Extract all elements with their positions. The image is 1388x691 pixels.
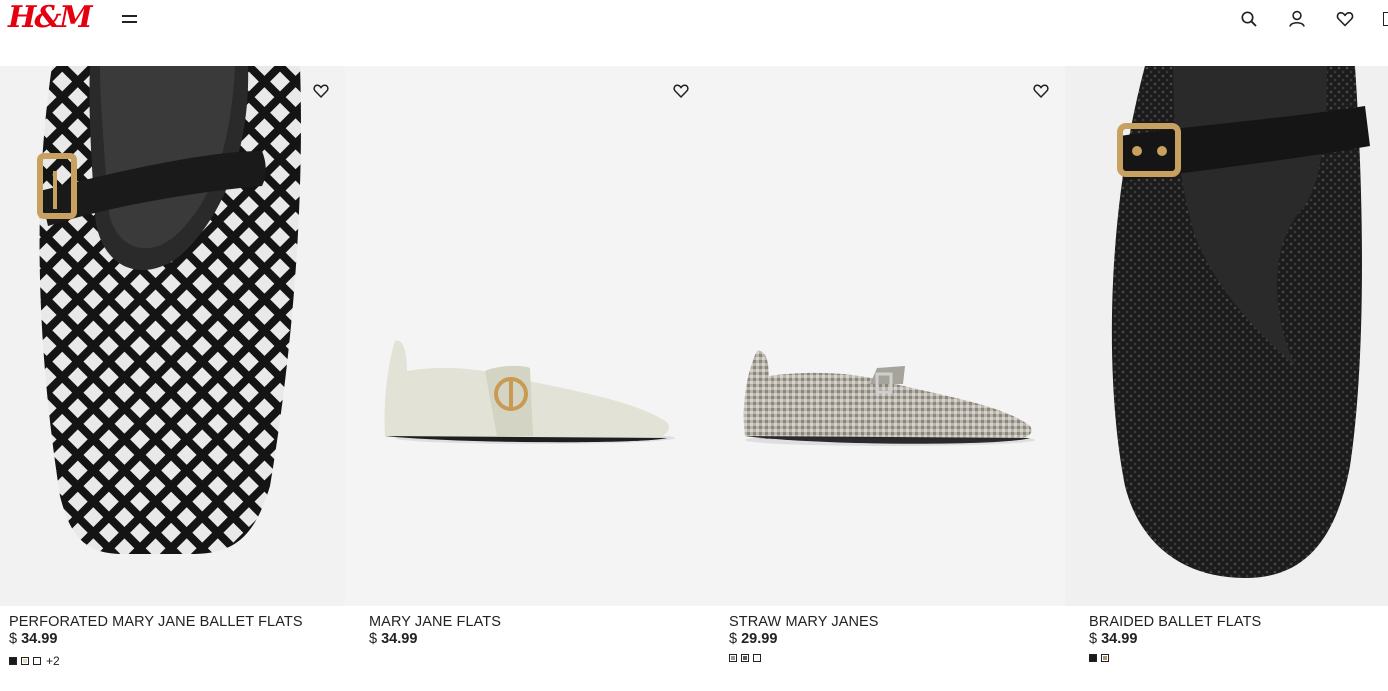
color-swatch[interactable] bbox=[729, 654, 737, 662]
menu-button[interactable] bbox=[118, 9, 142, 29]
product-image[interactable] bbox=[705, 66, 1065, 606]
braided-shoe-image bbox=[1065, 66, 1388, 606]
heart-icon[interactable] bbox=[1334, 8, 1356, 30]
site-header: H&M bbox=[0, 0, 1388, 66]
account-icon[interactable] bbox=[1286, 8, 1308, 30]
product-image[interactable] bbox=[0, 66, 345, 606]
currency-symbol: $ bbox=[729, 631, 738, 647]
product-price: $ 34.99 bbox=[9, 631, 57, 647]
price-value: 34.99 bbox=[1101, 631, 1138, 647]
cream-flat-image bbox=[345, 66, 705, 606]
search-icon[interactable] bbox=[1238, 8, 1260, 30]
add-to-favourites-icon[interactable] bbox=[1031, 81, 1051, 101]
product-price: $ 34.99 bbox=[1089, 631, 1137, 647]
color-swatch[interactable] bbox=[1089, 654, 1097, 662]
straw-flat-image bbox=[705, 66, 1065, 606]
product-price: $ 29.99 bbox=[729, 631, 777, 647]
currency-symbol: $ bbox=[1089, 631, 1098, 647]
perforated-shoe-image bbox=[0, 66, 345, 606]
color-swatch[interactable] bbox=[21, 657, 29, 665]
product-name[interactable]: STRAW MARY JANES bbox=[729, 614, 879, 630]
product-name[interactable]: PERFORATED MARY JANE BALLET FLATS bbox=[9, 614, 303, 630]
product-image[interactable] bbox=[1065, 66, 1388, 606]
add-to-favourites-icon[interactable] bbox=[311, 81, 331, 101]
color-swatch[interactable] bbox=[33, 657, 41, 665]
menu-icon-line bbox=[122, 21, 137, 23]
currency-symbol: $ bbox=[369, 631, 378, 647]
hm-logo[interactable]: H&M bbox=[8, 0, 93, 35]
price-value: 34.99 bbox=[381, 631, 418, 647]
product-price: $ 34.99 bbox=[369, 631, 417, 647]
price-value: 29.99 bbox=[741, 631, 778, 647]
product-image[interactable] bbox=[345, 66, 705, 606]
color-swatch[interactable] bbox=[9, 657, 17, 665]
more-colors-count[interactable]: +2 bbox=[46, 654, 60, 668]
menu-icon bbox=[122, 15, 137, 17]
price-value: 34.99 bbox=[21, 631, 58, 647]
product-name[interactable]: MARY JANE FLATS bbox=[369, 614, 501, 630]
color-swatch[interactable] bbox=[741, 654, 749, 662]
add-to-favourites-icon[interactable] bbox=[671, 81, 691, 101]
color-swatch[interactable] bbox=[753, 654, 761, 662]
bag-icon[interactable] bbox=[1383, 12, 1388, 26]
color-swatch[interactable] bbox=[1101, 654, 1109, 662]
color-swatches bbox=[1089, 654, 1109, 662]
color-swatches bbox=[729, 654, 761, 662]
product-name[interactable]: BRAIDED BALLET FLATS bbox=[1089, 614, 1261, 630]
color-swatches: +2 bbox=[9, 654, 60, 668]
currency-symbol: $ bbox=[9, 631, 18, 647]
